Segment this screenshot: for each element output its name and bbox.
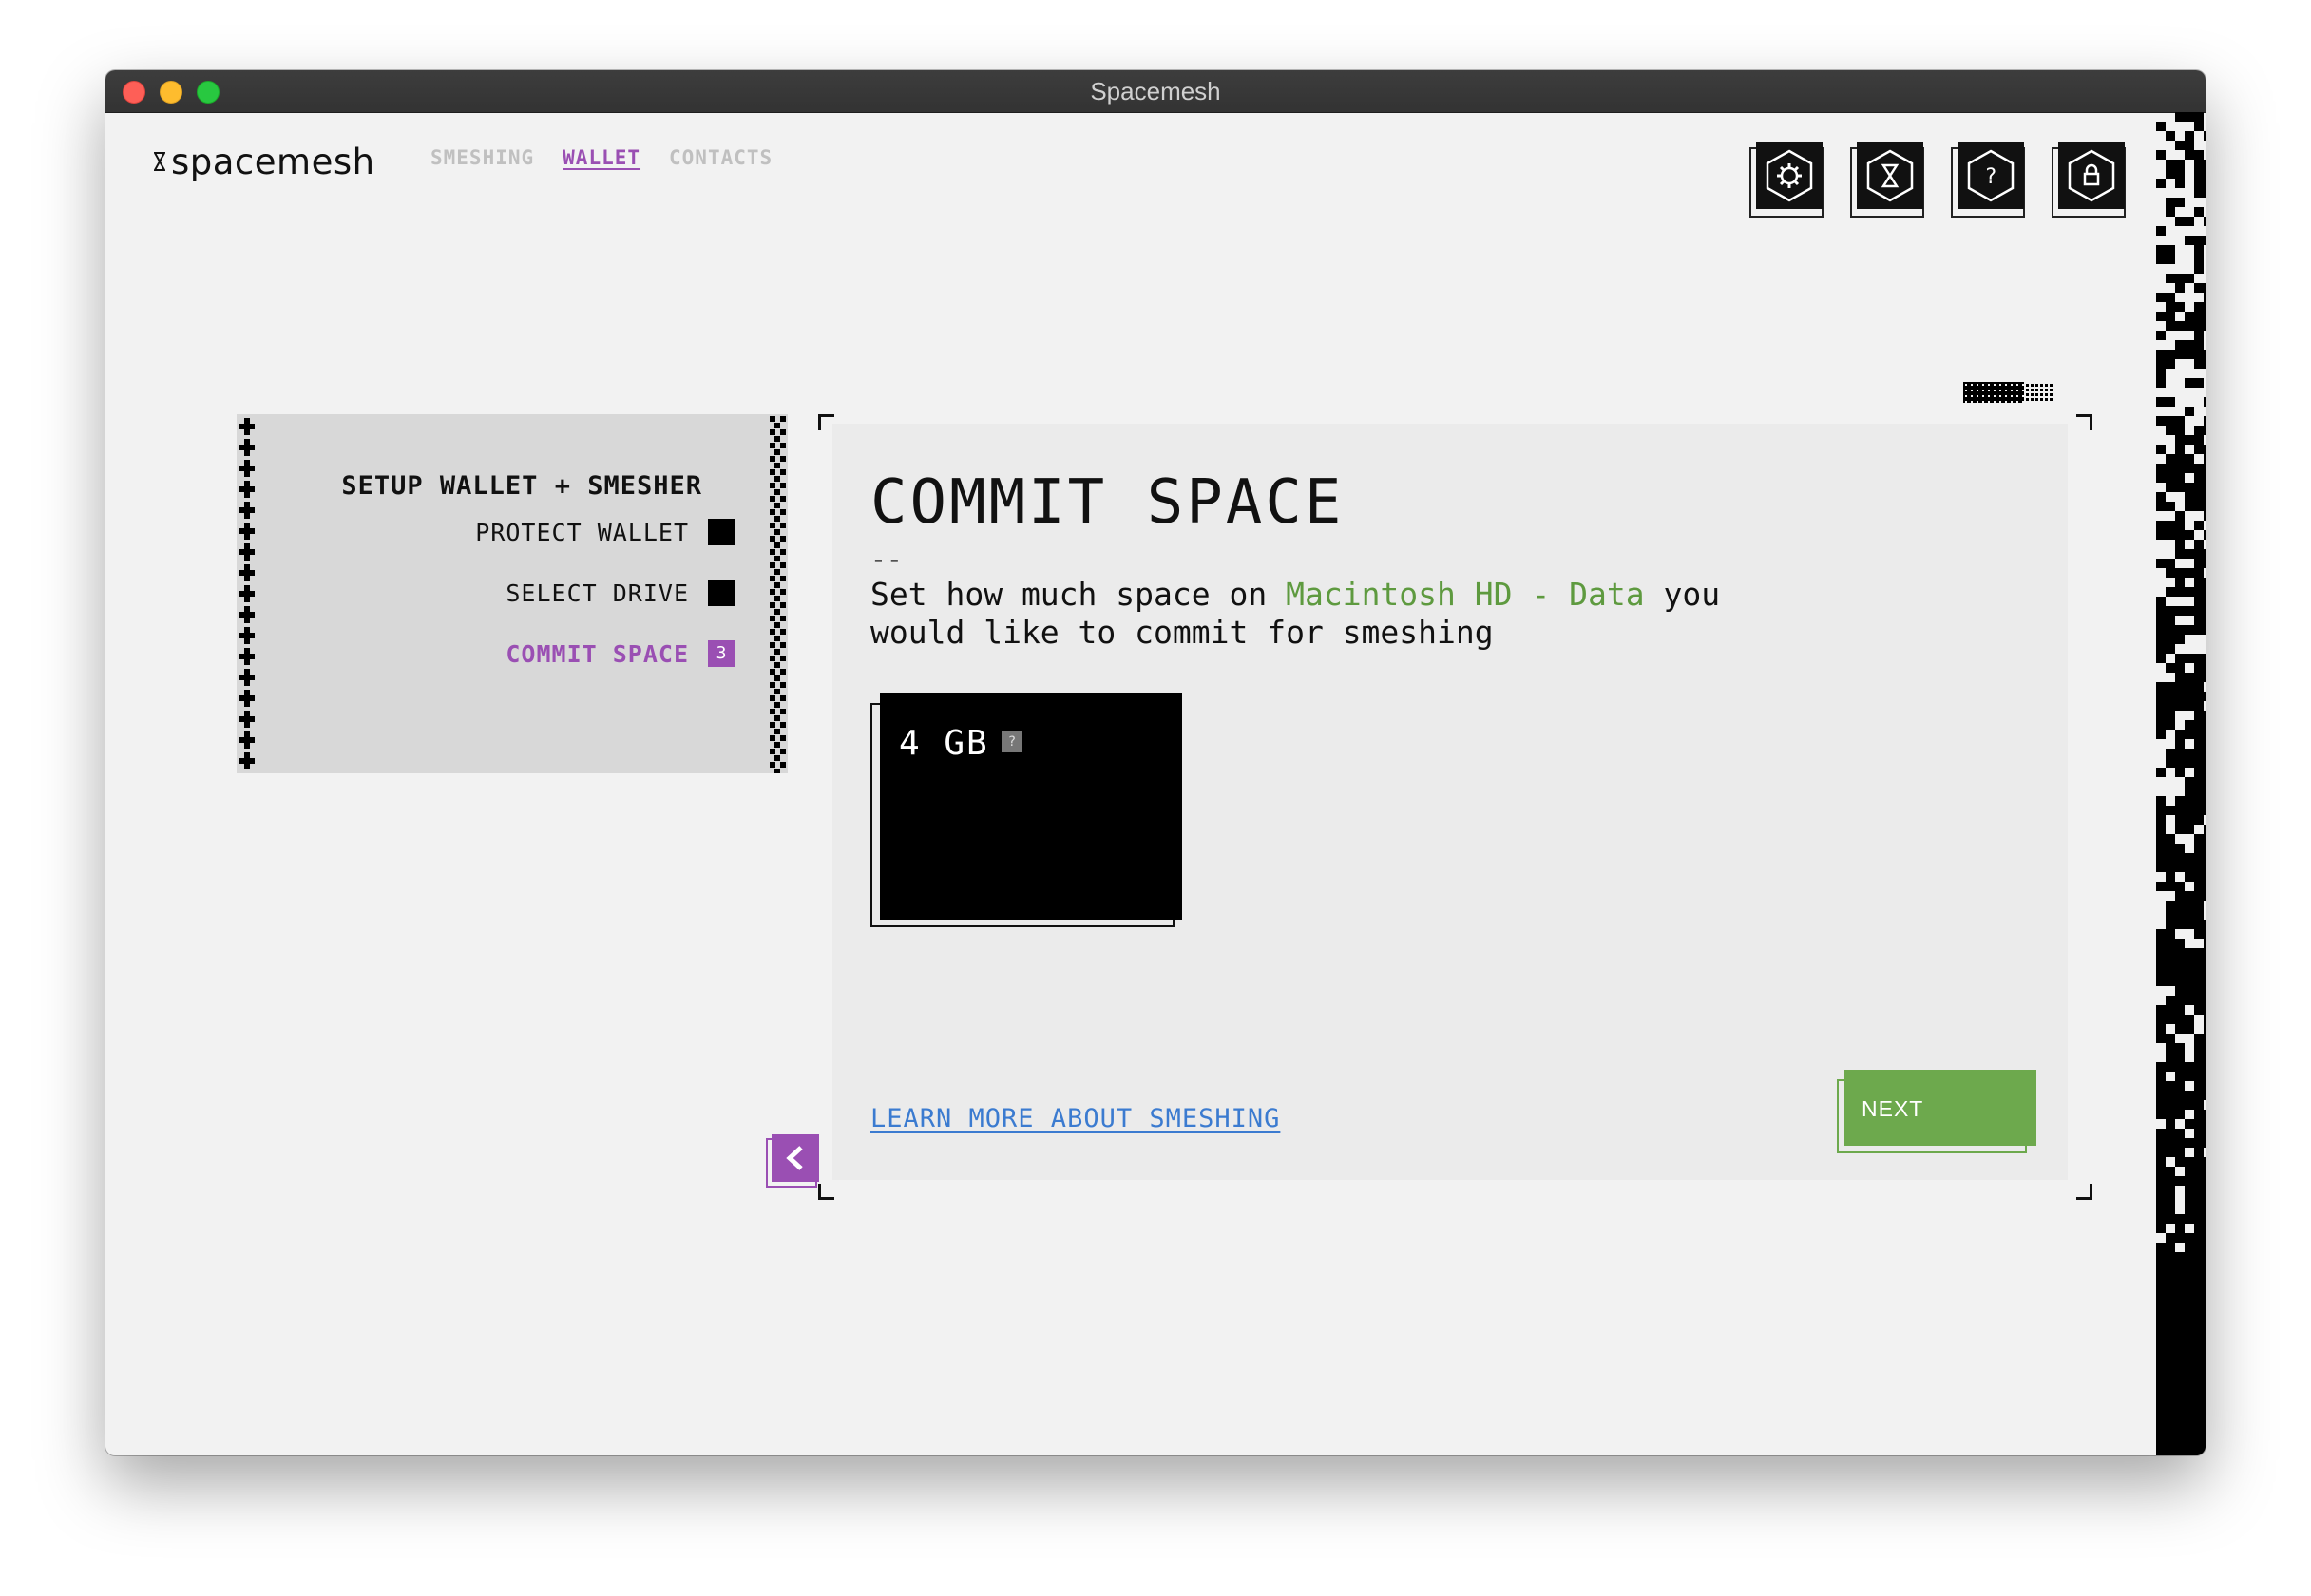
corner-mark — [2076, 414, 2092, 430]
title-separator: -- — [870, 543, 903, 575]
logo-hourglass-icon — [154, 152, 165, 171]
lock-icon — [2068, 149, 2115, 202]
nav-smeshing[interactable]: SMESHING — [430, 146, 534, 169]
step-label: SELECT DRIVE — [506, 579, 689, 607]
commit-space-card: COMMIT SPACE -- Set how much space on Ma… — [832, 424, 2068, 1180]
settings-button[interactable] — [1749, 142, 1824, 218]
help-icon: ? — [1967, 149, 2015, 202]
timer-button[interactable] — [1850, 142, 1924, 218]
decorative-side-pattern — [2156, 112, 2206, 1455]
space-size-label: 4 GB — [899, 724, 989, 763]
step-commit-space: COMMIT SPACE 3 — [506, 639, 735, 668]
step-marker — [708, 519, 735, 545]
step-label: PROTECT WALLET — [475, 518, 689, 546]
step-marker — [708, 580, 735, 606]
next-button[interactable]: NEXT — [1837, 1070, 2036, 1155]
drive-name: Macintosh HD - Data — [1286, 576, 1645, 613]
corner-mark — [2076, 1184, 2092, 1200]
learn-more-link[interactable]: LEARN MORE ABOUT SMESHING — [870, 1104, 1280, 1133]
decorative-mini-pattern — [1963, 382, 2053, 403]
hourglass-icon — [1866, 149, 1914, 202]
step-protect-wallet: PROTECT WALLET — [475, 518, 735, 546]
logo-text: spacemesh — [171, 141, 375, 182]
description: Set how much space on Macintosh HD - Dat… — [870, 576, 1821, 652]
lock-button[interactable] — [2052, 142, 2126, 218]
decorative-cross-column — [239, 418, 255, 770]
decorative-checker-column — [770, 416, 786, 773]
next-button-label: NEXT — [1862, 1096, 1924, 1121]
page-title: COMMIT SPACE — [870, 467, 1345, 538]
chevron-left-icon — [786, 1146, 803, 1170]
help-icon[interactable]: ? — [1002, 732, 1022, 752]
logo: spacemesh — [154, 139, 375, 184]
description-text: Set how much space on — [870, 576, 1287, 613]
space-size-option[interactable]: 4 GB ? — [870, 694, 1182, 929]
window-title: Spacemesh — [1090, 77, 1221, 105]
svg-text:?: ? — [1984, 165, 1996, 189]
step-label: COMMIT SPACE — [506, 639, 689, 668]
step-select-drive: SELECT DRIVE — [506, 579, 735, 607]
steps-title: SETUP WALLET + SMESHER — [341, 471, 702, 501]
back-button[interactable] — [766, 1134, 819, 1188]
corner-mark — [818, 1184, 834, 1200]
title-bar: Spacemesh — [105, 70, 2206, 113]
help-button[interactable]: ? — [1951, 142, 2025, 218]
app-window: Spacemesh spacemesh SMESHING WALLET CONT… — [105, 70, 2206, 1455]
nav-contacts[interactable]: CONTACTS — [669, 146, 773, 169]
nav-wallet[interactable]: WALLET — [563, 146, 640, 169]
step-marker: 3 — [708, 640, 735, 667]
setup-steps-panel: SETUP WALLET + SMESHER PROTECT WALLET SE… — [237, 414, 788, 773]
settings-icon — [1766, 149, 1813, 202]
main-nav: SMESHING WALLET CONTACTS — [430, 146, 773, 169]
